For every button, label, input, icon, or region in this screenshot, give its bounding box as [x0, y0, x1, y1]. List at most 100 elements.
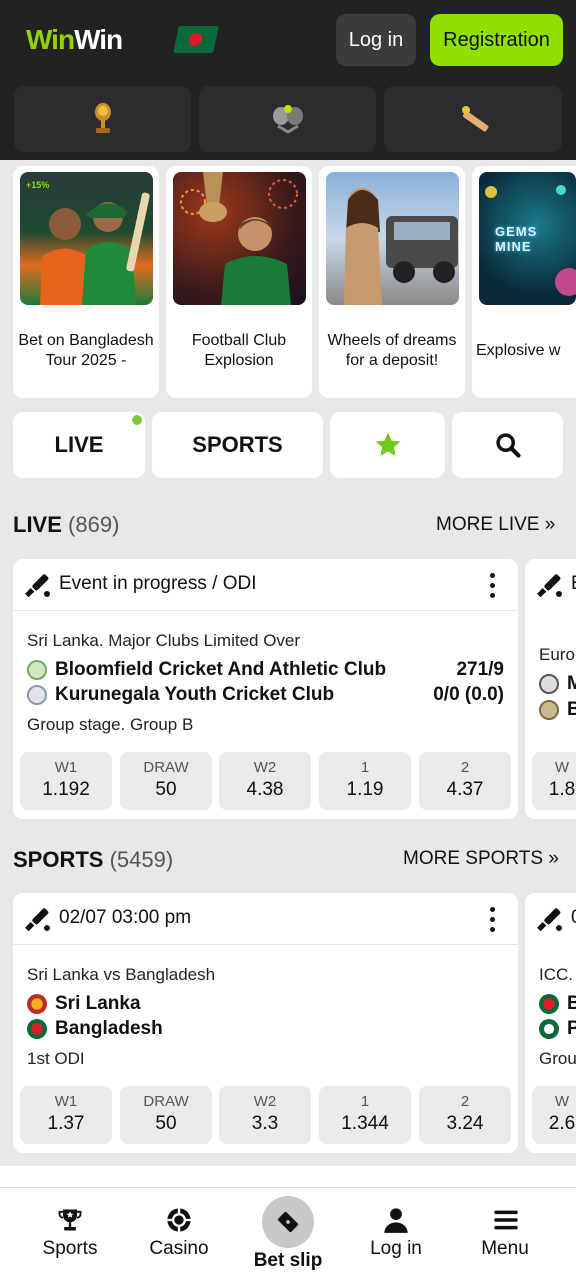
card-header: Event in progress / ODI	[13, 559, 518, 611]
more-sports-link[interactable]: MORE SPORTS »	[403, 848, 559, 870]
team-name: Bangladesh	[55, 1018, 163, 1039]
team-flag-icon	[539, 1019, 559, 1039]
team-name: Sri Lanka	[55, 993, 141, 1014]
promo-image-woman-car	[326, 172, 459, 305]
team-name: B	[567, 993, 576, 1014]
cricket-bat-icon	[25, 908, 50, 932]
user-icon	[384, 1208, 408, 1233]
login-button[interactable]: Log in	[336, 14, 416, 66]
promo-card[interactable]: Wheels of dreams for a deposit!	[319, 166, 465, 398]
promo-caption: Wheels of dreams for a deposit!	[327, 332, 457, 369]
league-name: Sri Lanka vs Bangladesh	[27, 965, 216, 984]
league-name: Euro	[539, 645, 575, 664]
sports-event-card[interactable]: 02/07 03:00 pm Sri Lanka vs Bangladesh S…	[13, 893, 518, 1153]
promo-image-football-celebration	[173, 172, 306, 305]
event-stage: 1st ODI	[27, 1049, 85, 1068]
card-header: 02/07 03:00 pm	[13, 893, 518, 945]
odds-button[interactable]: W1 1.192	[20, 752, 112, 810]
live-event-card-peek[interactable]: E Euro M B W1.8	[525, 559, 576, 819]
search-button[interactable]	[452, 412, 563, 478]
trophy-icon	[58, 1209, 82, 1231]
event-stage: Grou	[539, 1049, 576, 1068]
league-name: ICC.	[539, 965, 573, 984]
content-divider	[0, 1166, 576, 1187]
menu-icon	[494, 1210, 518, 1230]
promo-caption: Bet on Bangladesh Tour 2025 -	[18, 332, 154, 369]
winwin-logo[interactable]: WinWin	[26, 24, 123, 56]
odds-button[interactable]: 2 4.37	[419, 752, 511, 810]
sri-lanka-flag-icon	[27, 994, 47, 1014]
trophy-icon	[94, 103, 111, 133]
bangladesh-flag-icon[interactable]	[173, 26, 219, 53]
category-cricket[interactable]	[384, 86, 562, 152]
team-logo	[27, 660, 47, 680]
registration-button[interactable]: Registration	[430, 14, 563, 66]
cricket-icon	[462, 106, 489, 132]
bottom-navigation: Sports Casino Bet slip Log in Menu	[0, 1187, 576, 1280]
category-tennis[interactable]	[199, 86, 376, 152]
event-status: E	[571, 573, 576, 595]
team-name: Kurunegala Youth Cricket Club	[55, 684, 335, 705]
live-count: (869)	[68, 512, 120, 537]
more-options-icon[interactable]	[490, 573, 496, 599]
team-name: P	[567, 1018, 576, 1039]
odds-button[interactable]: W 2.6	[532, 1086, 576, 1144]
team-logo	[539, 674, 559, 694]
promo-caption: Explosive w	[476, 342, 561, 359]
promo-card[interactable]: +15% Bet on Bangladesh Tour 2025 -	[13, 166, 159, 398]
nav-sports[interactable]: Sports	[20, 1188, 120, 1280]
odds-button[interactable]: 1 1.344	[319, 1086, 411, 1144]
search-icon	[495, 433, 521, 458]
nav-label: Sports	[42, 1238, 98, 1259]
odds-button[interactable]: W 1.8	[532, 752, 576, 810]
team-name: Bloomfield Cricket And Athletic Club	[55, 659, 387, 680]
bangladesh-flag-icon	[27, 1019, 47, 1039]
more-options-icon[interactable]	[490, 907, 496, 933]
event-stage: Group stage. Group B	[27, 715, 194, 734]
odds-button[interactable]: 1 1.19	[319, 752, 411, 810]
live-section-title: LIVE (869)	[13, 512, 120, 537]
cricket-bat-icon	[537, 574, 562, 598]
league-name: Sri Lanka. Major Clubs Limited Over	[27, 631, 301, 650]
team-name: B	[567, 699, 576, 720]
nav-label: Casino	[149, 1238, 209, 1259]
category-tournaments[interactable]	[14, 86, 191, 152]
double-chevron-right-icon: »	[548, 848, 559, 869]
sports-section-title: SPORTS (5459)	[13, 847, 174, 872]
tab-live[interactable]: LIVE	[13, 412, 145, 478]
event-datetime: 0	[571, 907, 576, 929]
nav-label: Bet slip	[253, 1250, 323, 1271]
nav-bet-slip[interactable]: Bet slip	[238, 1188, 338, 1280]
team-name: M	[567, 673, 576, 694]
double-chevron-right-icon: »	[544, 514, 556, 535]
live-event-card[interactable]: Event in progress / ODI Sri Lanka. Major…	[13, 559, 518, 819]
promo-card[interactable]: GEMS MINE Explosive w	[472, 166, 576, 398]
sports-event-card-peek[interactable]: 0 ICC. B P Grou W2.6	[525, 893, 576, 1153]
more-live-link[interactable]: MORE LIVE »	[436, 514, 555, 536]
tab-favorites[interactable]	[330, 412, 445, 478]
nav-label: Log in	[370, 1238, 422, 1259]
team-score: 0/0 (0.0)	[433, 684, 504, 705]
nav-label: Menu	[481, 1238, 529, 1259]
star-icon	[375, 432, 400, 456]
nav-menu[interactable]: Menu	[455, 1188, 555, 1280]
tennis-icon	[272, 105, 303, 134]
tab-sports[interactable]: SPORTS	[152, 412, 323, 478]
odds-button[interactable]: DRAW 50	[120, 752, 212, 810]
casino-chip-icon	[167, 1208, 191, 1232]
event-status: Event in progress / ODI	[59, 573, 257, 594]
nav-login[interactable]: Log in	[346, 1188, 446, 1280]
promo-image-gems-mine: GEMS MINE	[479, 172, 576, 305]
team-score: 271/9	[456, 659, 504, 680]
odds-button[interactable]: 2 3.24	[419, 1086, 511, 1144]
odds-button[interactable]: DRAW 50	[120, 1086, 212, 1144]
live-indicator-dot	[132, 415, 142, 425]
cricket-bat-icon	[25, 574, 50, 598]
odds-button[interactable]: W2 4.38	[219, 752, 311, 810]
promo-caption: Football Club Explosion	[191, 332, 287, 369]
promo-card[interactable]: Football Club Explosion	[166, 166, 312, 398]
odds-button[interactable]: W2 3.3	[219, 1086, 311, 1144]
odds-button[interactable]: W1 1.37	[20, 1086, 112, 1144]
nav-casino[interactable]: Casino	[129, 1188, 229, 1280]
event-datetime: 02/07 03:00 pm	[59, 907, 192, 928]
